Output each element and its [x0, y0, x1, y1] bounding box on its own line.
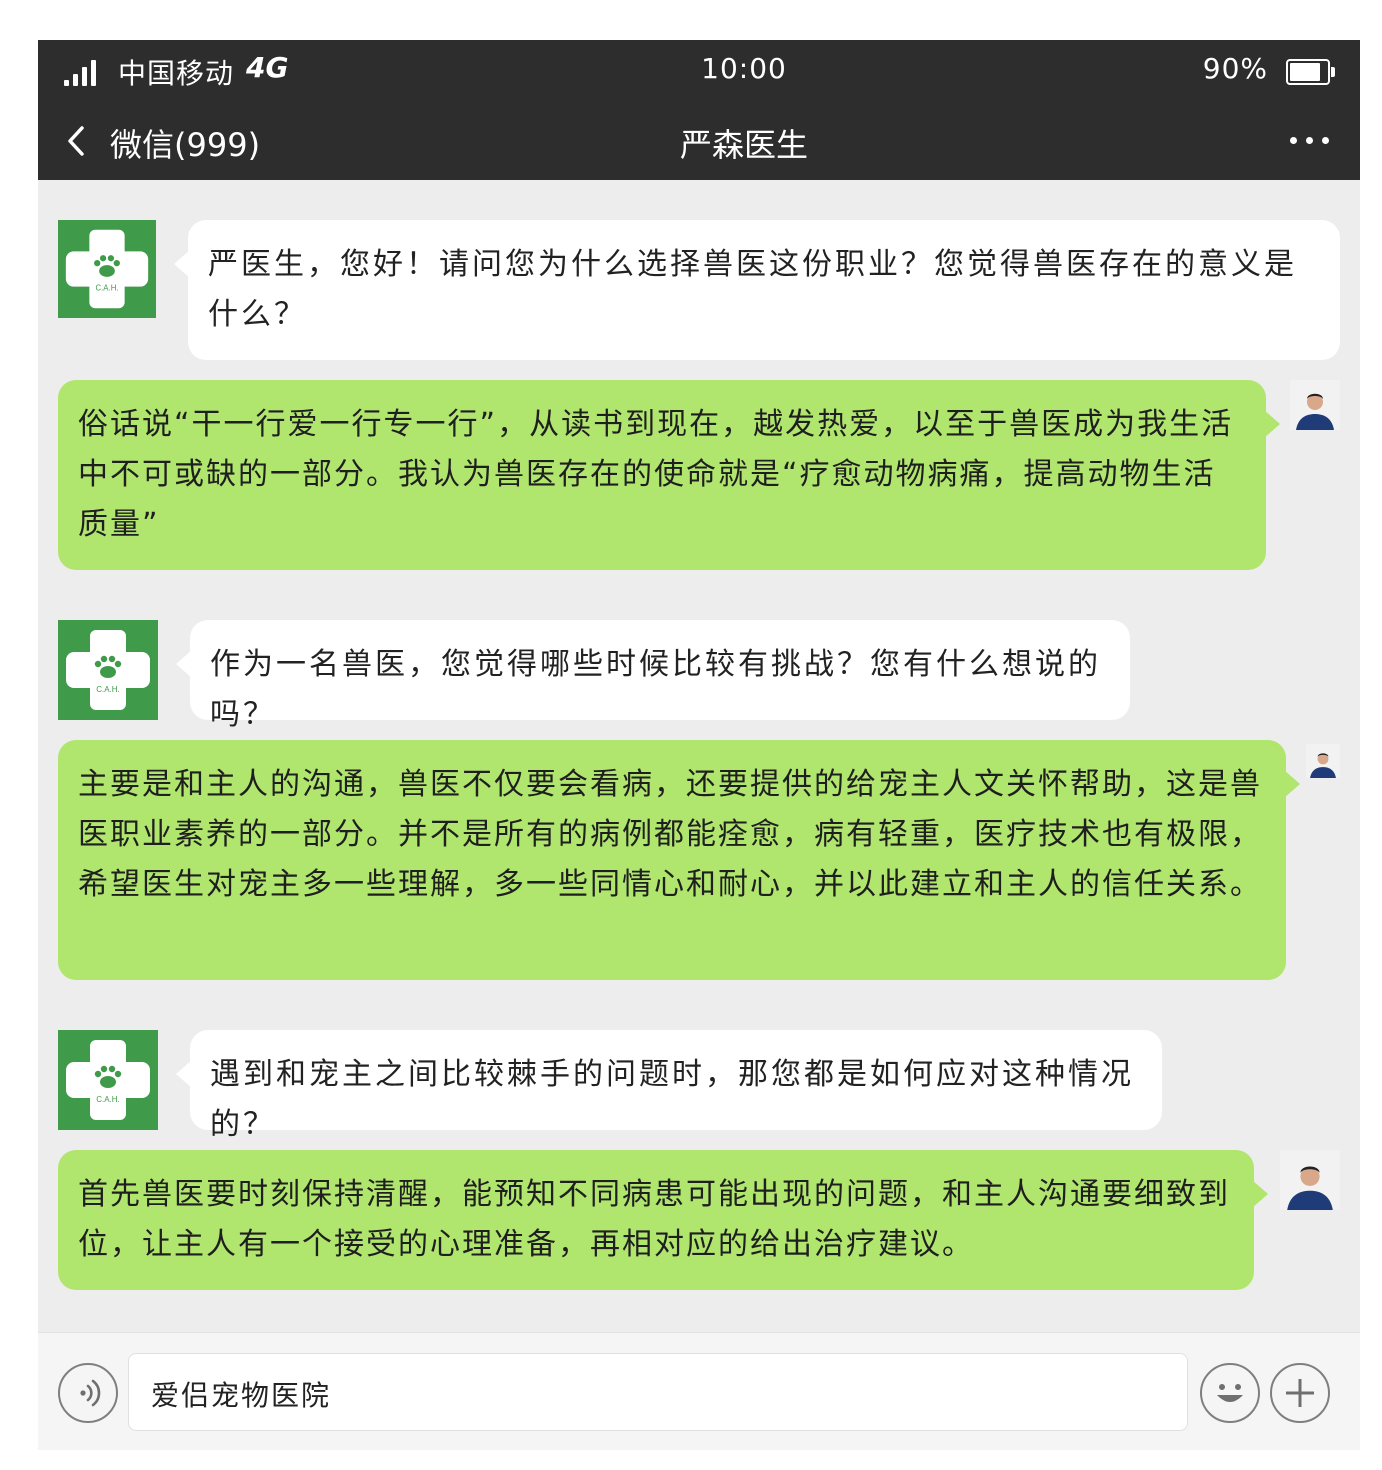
paw-cross-logo-icon: C.A.H.	[58, 220, 156, 318]
paw-cross-logo-icon: C.A.H.	[58, 620, 158, 720]
svg-text:C.A.H.: C.A.H.	[95, 284, 118, 293]
clinic-avatar[interactable]: C.A.H.	[58, 620, 158, 720]
navigation-bar: 微信(999) 严森医生	[38, 102, 1360, 180]
doctor-photo-icon	[1280, 1150, 1340, 1210]
more-features-button[interactable]	[1270, 1363, 1330, 1423]
doctor-avatar[interactable]	[1290, 380, 1340, 430]
message-bubble-outgoing[interactable]: 主要是和主人的沟通，兽医不仅要会看病，还要提供的给宠主人文关怀帮助，这是兽医职业…	[58, 740, 1300, 980]
wechat-chat-screen: 中国移动 4G 10:00 90% 微信(999) 严森医生 C.A.H. 严医…	[38, 40, 1360, 1450]
battery-icon	[1286, 59, 1335, 85]
status-time: 10:00	[701, 52, 787, 85]
emoji-button[interactable]	[1200, 1363, 1260, 1423]
chat-title: 严森医生	[679, 126, 808, 164]
battery-percent: 90%	[1202, 52, 1268, 85]
message-bubble-outgoing[interactable]: 俗话说“干一行爱一行专一行”，从读书到现在，越发热爱，以至于兽医成为我生活中不可…	[58, 380, 1280, 570]
message-bubble-outgoing[interactable]: 首先兽医要时刻保持清醒，能预知不同病患可能出现的问题，和主人沟通要细致到位，让主…	[58, 1150, 1268, 1290]
doctor-photo-icon	[1290, 380, 1340, 430]
voice-icon	[80, 1379, 101, 1407]
message-bubble-incoming[interactable]: 严医生，您好！请问您为什么选择兽医这份职业？您觉得兽医存在的意义是什么？	[174, 220, 1340, 360]
paw-cross-logo-icon: C.A.H.	[58, 1030, 158, 1130]
input-text: 爱侣宠物医院	[151, 1379, 332, 1412]
message-text: 遇到和宠主之间比较棘手的问题时，那您都是如何应对这种情况的？	[210, 1057, 1134, 1142]
message-list[interactable]: C.A.H. 严医生，您好！请问您为什么选择兽医这份职业？您觉得兽医存在的意义是…	[38, 180, 1360, 1332]
svg-text:C.A.H.: C.A.H.	[96, 685, 120, 694]
top-bar: 中国移动 4G 10:00 90% 微信(999) 严森医生	[38, 40, 1360, 180]
message-text: 首先兽医要时刻保持清醒，能预知不同病患可能出现的问题，和主人沟通要细致到位，让主…	[78, 1177, 1230, 1262]
input-toolbar: 爱侣宠物医院	[38, 1332, 1360, 1450]
message-text: 严医生，您好！请问您为什么选择兽医这份职业？您觉得兽医存在的意义是什么？	[208, 247, 1297, 332]
message-bubble-incoming[interactable]: 遇到和宠主之间比较棘手的问题时，那您都是如何应对这种情况的？	[176, 1030, 1162, 1142]
message-text: 俗话说“干一行爱一行专一行”，从读书到现在，越发热爱，以至于兽医成为我生活中不可…	[78, 407, 1234, 542]
plus-icon	[1286, 1379, 1314, 1407]
message-input[interactable]: 爱侣宠物医院	[128, 1353, 1188, 1431]
doctor-photo-icon	[1306, 744, 1340, 778]
message-text: 主要是和主人的沟通，兽医不仅要会看病，还要提供的给宠主人文关怀帮助，这是兽医职业…	[78, 767, 1262, 902]
message-text: 作为一名兽医，您觉得哪些时候比较有挑战？您有什么想说的吗？	[210, 647, 1101, 732]
more-dots-icon	[1290, 137, 1297, 144]
message-bubble-incoming[interactable]: 作为一名兽医，您觉得哪些时候比较有挑战？您有什么想说的吗？	[176, 620, 1130, 732]
doctor-avatar[interactable]	[1280, 1150, 1340, 1210]
status-bar: 中国移动 4G 10:00 90%	[38, 40, 1360, 102]
svg-text:C.A.H.: C.A.H.	[96, 1095, 120, 1104]
more-button[interactable]	[1286, 122, 1336, 158]
voice-button[interactable]	[58, 1363, 118, 1423]
clinic-avatar[interactable]: C.A.H.	[58, 220, 156, 318]
clinic-avatar[interactable]: C.A.H.	[58, 1030, 158, 1130]
emoji-icon	[1217, 1384, 1243, 1402]
doctor-avatar[interactable]	[1306, 744, 1340, 778]
